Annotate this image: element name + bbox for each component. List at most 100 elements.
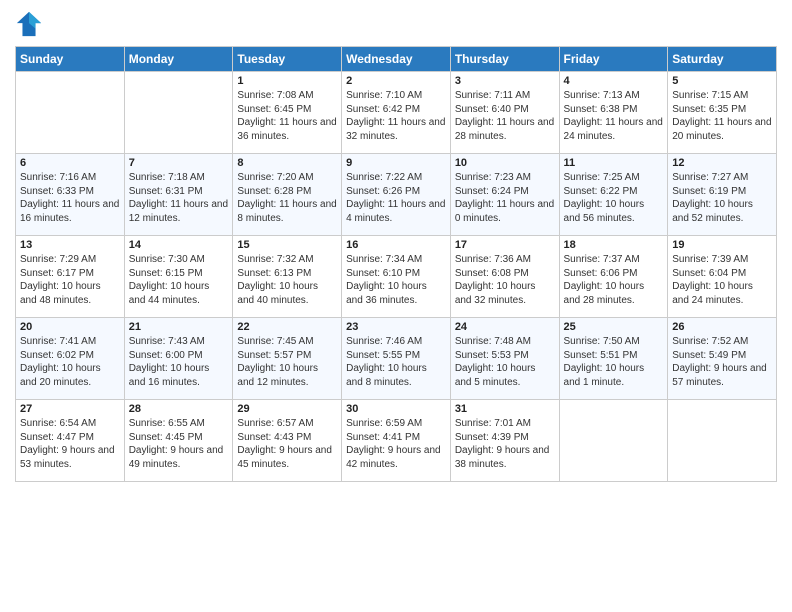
day-number: 22 bbox=[237, 321, 337, 333]
day-number: 10 bbox=[455, 157, 555, 169]
calendar-cell: 10 Sunrise: 7:23 AM Sunset: 6:24 PM Dayli… bbox=[450, 154, 559, 236]
day-number: 3 bbox=[455, 75, 555, 87]
day-number: 21 bbox=[129, 321, 229, 333]
cell-text: Sunrise: 7:36 AM Sunset: 6:08 PM Dayligh… bbox=[455, 253, 555, 307]
calendar-week-1: 1 Sunrise: 7:08 AM Sunset: 6:45 PM Daylig… bbox=[16, 72, 777, 154]
day-number: 2 bbox=[346, 75, 446, 87]
calendar-week-3: 13 Sunrise: 7:29 AM Sunset: 6:17 PM Dayli… bbox=[16, 236, 777, 318]
cell-text: Sunrise: 7:01 AM Sunset: 4:39 PM Dayligh… bbox=[455, 417, 555, 471]
logo-icon bbox=[15, 10, 43, 38]
day-number: 15 bbox=[237, 239, 337, 251]
page: SundayMondayTuesdayWednesdayThursdayFrid… bbox=[0, 0, 792, 612]
cell-text: Sunrise: 7:39 AM Sunset: 6:04 PM Dayligh… bbox=[672, 253, 772, 307]
day-number: 1 bbox=[237, 75, 337, 87]
cell-text: Sunrise: 7:32 AM Sunset: 6:13 PM Dayligh… bbox=[237, 253, 337, 307]
cell-text: Sunrise: 7:08 AM Sunset: 6:45 PM Dayligh… bbox=[237, 89, 337, 143]
col-header-saturday: Saturday bbox=[668, 47, 777, 72]
calendar-table: SundayMondayTuesdayWednesdayThursdayFrid… bbox=[15, 46, 777, 482]
col-header-friday: Friday bbox=[559, 47, 668, 72]
calendar-week-5: 27 Sunrise: 6:54 AM Sunset: 4:47 PM Dayli… bbox=[16, 400, 777, 482]
col-header-sunday: Sunday bbox=[16, 47, 125, 72]
calendar-cell: 20 Sunrise: 7:41 AM Sunset: 6:02 PM Dayli… bbox=[16, 318, 125, 400]
cell-text: Sunrise: 7:10 AM Sunset: 6:42 PM Dayligh… bbox=[346, 89, 446, 143]
cell-text: Sunrise: 7:22 AM Sunset: 6:26 PM Dayligh… bbox=[346, 171, 446, 225]
cell-text: Sunrise: 7:50 AM Sunset: 5:51 PM Dayligh… bbox=[564, 335, 664, 389]
cell-text: Sunrise: 7:34 AM Sunset: 6:10 PM Dayligh… bbox=[346, 253, 446, 307]
cell-text: Sunrise: 7:45 AM Sunset: 5:57 PM Dayligh… bbox=[237, 335, 337, 389]
calendar-cell bbox=[559, 400, 668, 482]
cell-text: Sunrise: 6:57 AM Sunset: 4:43 PM Dayligh… bbox=[237, 417, 337, 471]
calendar-cell: 21 Sunrise: 7:43 AM Sunset: 6:00 PM Dayli… bbox=[124, 318, 233, 400]
cell-text: Sunrise: 7:15 AM Sunset: 6:35 PM Dayligh… bbox=[672, 89, 772, 143]
day-number: 7 bbox=[129, 157, 229, 169]
day-number: 20 bbox=[20, 321, 120, 333]
calendar-cell: 19 Sunrise: 7:39 AM Sunset: 6:04 PM Dayli… bbox=[668, 236, 777, 318]
day-number: 9 bbox=[346, 157, 446, 169]
calendar-cell: 14 Sunrise: 7:30 AM Sunset: 6:15 PM Dayli… bbox=[124, 236, 233, 318]
col-header-tuesday: Tuesday bbox=[233, 47, 342, 72]
calendar-cell: 15 Sunrise: 7:32 AM Sunset: 6:13 PM Dayli… bbox=[233, 236, 342, 318]
cell-text: Sunrise: 7:18 AM Sunset: 6:31 PM Dayligh… bbox=[129, 171, 229, 225]
day-number: 23 bbox=[346, 321, 446, 333]
day-number: 16 bbox=[346, 239, 446, 251]
calendar-cell: 13 Sunrise: 7:29 AM Sunset: 6:17 PM Dayli… bbox=[16, 236, 125, 318]
calendar-cell: 22 Sunrise: 7:45 AM Sunset: 5:57 PM Dayli… bbox=[233, 318, 342, 400]
day-number: 17 bbox=[455, 239, 555, 251]
calendar-cell: 24 Sunrise: 7:48 AM Sunset: 5:53 PM Dayli… bbox=[450, 318, 559, 400]
day-number: 12 bbox=[672, 157, 772, 169]
calendar-cell bbox=[16, 72, 125, 154]
calendar-cell: 8Sunrise: 7:20 AM Sunset: 6:28 PM Daylig… bbox=[233, 154, 342, 236]
day-number: 24 bbox=[455, 321, 555, 333]
calendar-cell: 3 Sunrise: 7:11 AM Sunset: 6:40 PM Daylig… bbox=[450, 72, 559, 154]
day-number: 19 bbox=[672, 239, 772, 251]
cell-text: Sunrise: 7:30 AM Sunset: 6:15 PM Dayligh… bbox=[129, 253, 229, 307]
day-number: 5 bbox=[672, 75, 772, 87]
calendar-cell: 7 Sunrise: 7:18 AM Sunset: 6:31 PM Daylig… bbox=[124, 154, 233, 236]
day-number: 6 bbox=[20, 157, 120, 169]
day-number: 25 bbox=[564, 321, 664, 333]
day-number: 11 bbox=[564, 157, 664, 169]
day-number: 4 bbox=[564, 75, 664, 87]
day-number: 18 bbox=[564, 239, 664, 251]
calendar-cell: 11 Sunrise: 7:25 AM Sunset: 6:22 PM Dayli… bbox=[559, 154, 668, 236]
cell-text: Sunrise: 7:23 AM Sunset: 6:24 PM Dayligh… bbox=[455, 171, 555, 225]
header bbox=[15, 10, 777, 38]
cell-text: Sunrise: 7:20 AM Sunset: 6:28 PM Dayligh… bbox=[237, 171, 337, 225]
col-header-wednesday: Wednesday bbox=[342, 47, 451, 72]
calendar-cell: 2 Sunrise: 7:10 AM Sunset: 6:42 PM Daylig… bbox=[342, 72, 451, 154]
cell-text: Sunrise: 7:37 AM Sunset: 6:06 PM Dayligh… bbox=[564, 253, 664, 307]
day-number: 14 bbox=[129, 239, 229, 251]
calendar-cell: 25 Sunrise: 7:50 AM Sunset: 5:51 PM Dayli… bbox=[559, 318, 668, 400]
day-number: 28 bbox=[129, 403, 229, 415]
calendar-header-row: SundayMondayTuesdayWednesdayThursdayFrid… bbox=[16, 47, 777, 72]
cell-text: Sunrise: 7:46 AM Sunset: 5:55 PM Dayligh… bbox=[346, 335, 446, 389]
day-number: 30 bbox=[346, 403, 446, 415]
cell-text: Sunrise: 7:41 AM Sunset: 6:02 PM Dayligh… bbox=[20, 335, 120, 389]
cell-text: Sunrise: 7:13 AM Sunset: 6:38 PM Dayligh… bbox=[564, 89, 664, 143]
cell-text: Sunrise: 7:48 AM Sunset: 5:53 PM Dayligh… bbox=[455, 335, 555, 389]
cell-text: Sunrise: 7:43 AM Sunset: 6:00 PM Dayligh… bbox=[129, 335, 229, 389]
calendar-cell: 26Sunrise: 7:52 AM Sunset: 5:49 PM Dayli… bbox=[668, 318, 777, 400]
cell-text: Sunrise: 7:25 AM Sunset: 6:22 PM Dayligh… bbox=[564, 171, 664, 225]
calendar-cell: 9 Sunrise: 7:22 AM Sunset: 6:26 PM Daylig… bbox=[342, 154, 451, 236]
logo bbox=[15, 10, 47, 38]
cell-text: Sunrise: 7:29 AM Sunset: 6:17 PM Dayligh… bbox=[20, 253, 120, 307]
calendar-cell: 1 Sunrise: 7:08 AM Sunset: 6:45 PM Daylig… bbox=[233, 72, 342, 154]
cell-text: Sunrise: 6:55 AM Sunset: 4:45 PM Dayligh… bbox=[129, 417, 229, 471]
cell-text: Sunrise: 7:11 AM Sunset: 6:40 PM Dayligh… bbox=[455, 89, 555, 143]
col-header-thursday: Thursday bbox=[450, 47, 559, 72]
calendar-cell: 4 Sunrise: 7:13 AM Sunset: 6:38 PM Daylig… bbox=[559, 72, 668, 154]
calendar-cell: 6 Sunrise: 7:16 AM Sunset: 6:33 PM Daylig… bbox=[16, 154, 125, 236]
day-number: 27 bbox=[20, 403, 120, 415]
calendar-cell: 18 Sunrise: 7:37 AM Sunset: 6:06 PM Dayli… bbox=[559, 236, 668, 318]
day-number: 29 bbox=[237, 403, 337, 415]
calendar-cell: 17 Sunrise: 7:36 AM Sunset: 6:08 PM Dayli… bbox=[450, 236, 559, 318]
calendar-cell: 16 Sunrise: 7:34 AM Sunset: 6:10 PM Dayli… bbox=[342, 236, 451, 318]
cell-text: Sunrise: 6:54 AM Sunset: 4:47 PM Dayligh… bbox=[20, 417, 120, 471]
calendar-cell: 30Sunrise: 6:59 AM Sunset: 4:41 PM Dayli… bbox=[342, 400, 451, 482]
calendar-week-4: 20 Sunrise: 7:41 AM Sunset: 6:02 PM Dayli… bbox=[16, 318, 777, 400]
calendar-cell: 29 Sunrise: 6:57 AM Sunset: 4:43 PM Dayli… bbox=[233, 400, 342, 482]
cell-text: Sunrise: 7:16 AM Sunset: 6:33 PM Dayligh… bbox=[20, 171, 120, 225]
calendar-cell: 31Sunrise: 7:01 AM Sunset: 4:39 PM Dayli… bbox=[450, 400, 559, 482]
day-number: 13 bbox=[20, 239, 120, 251]
